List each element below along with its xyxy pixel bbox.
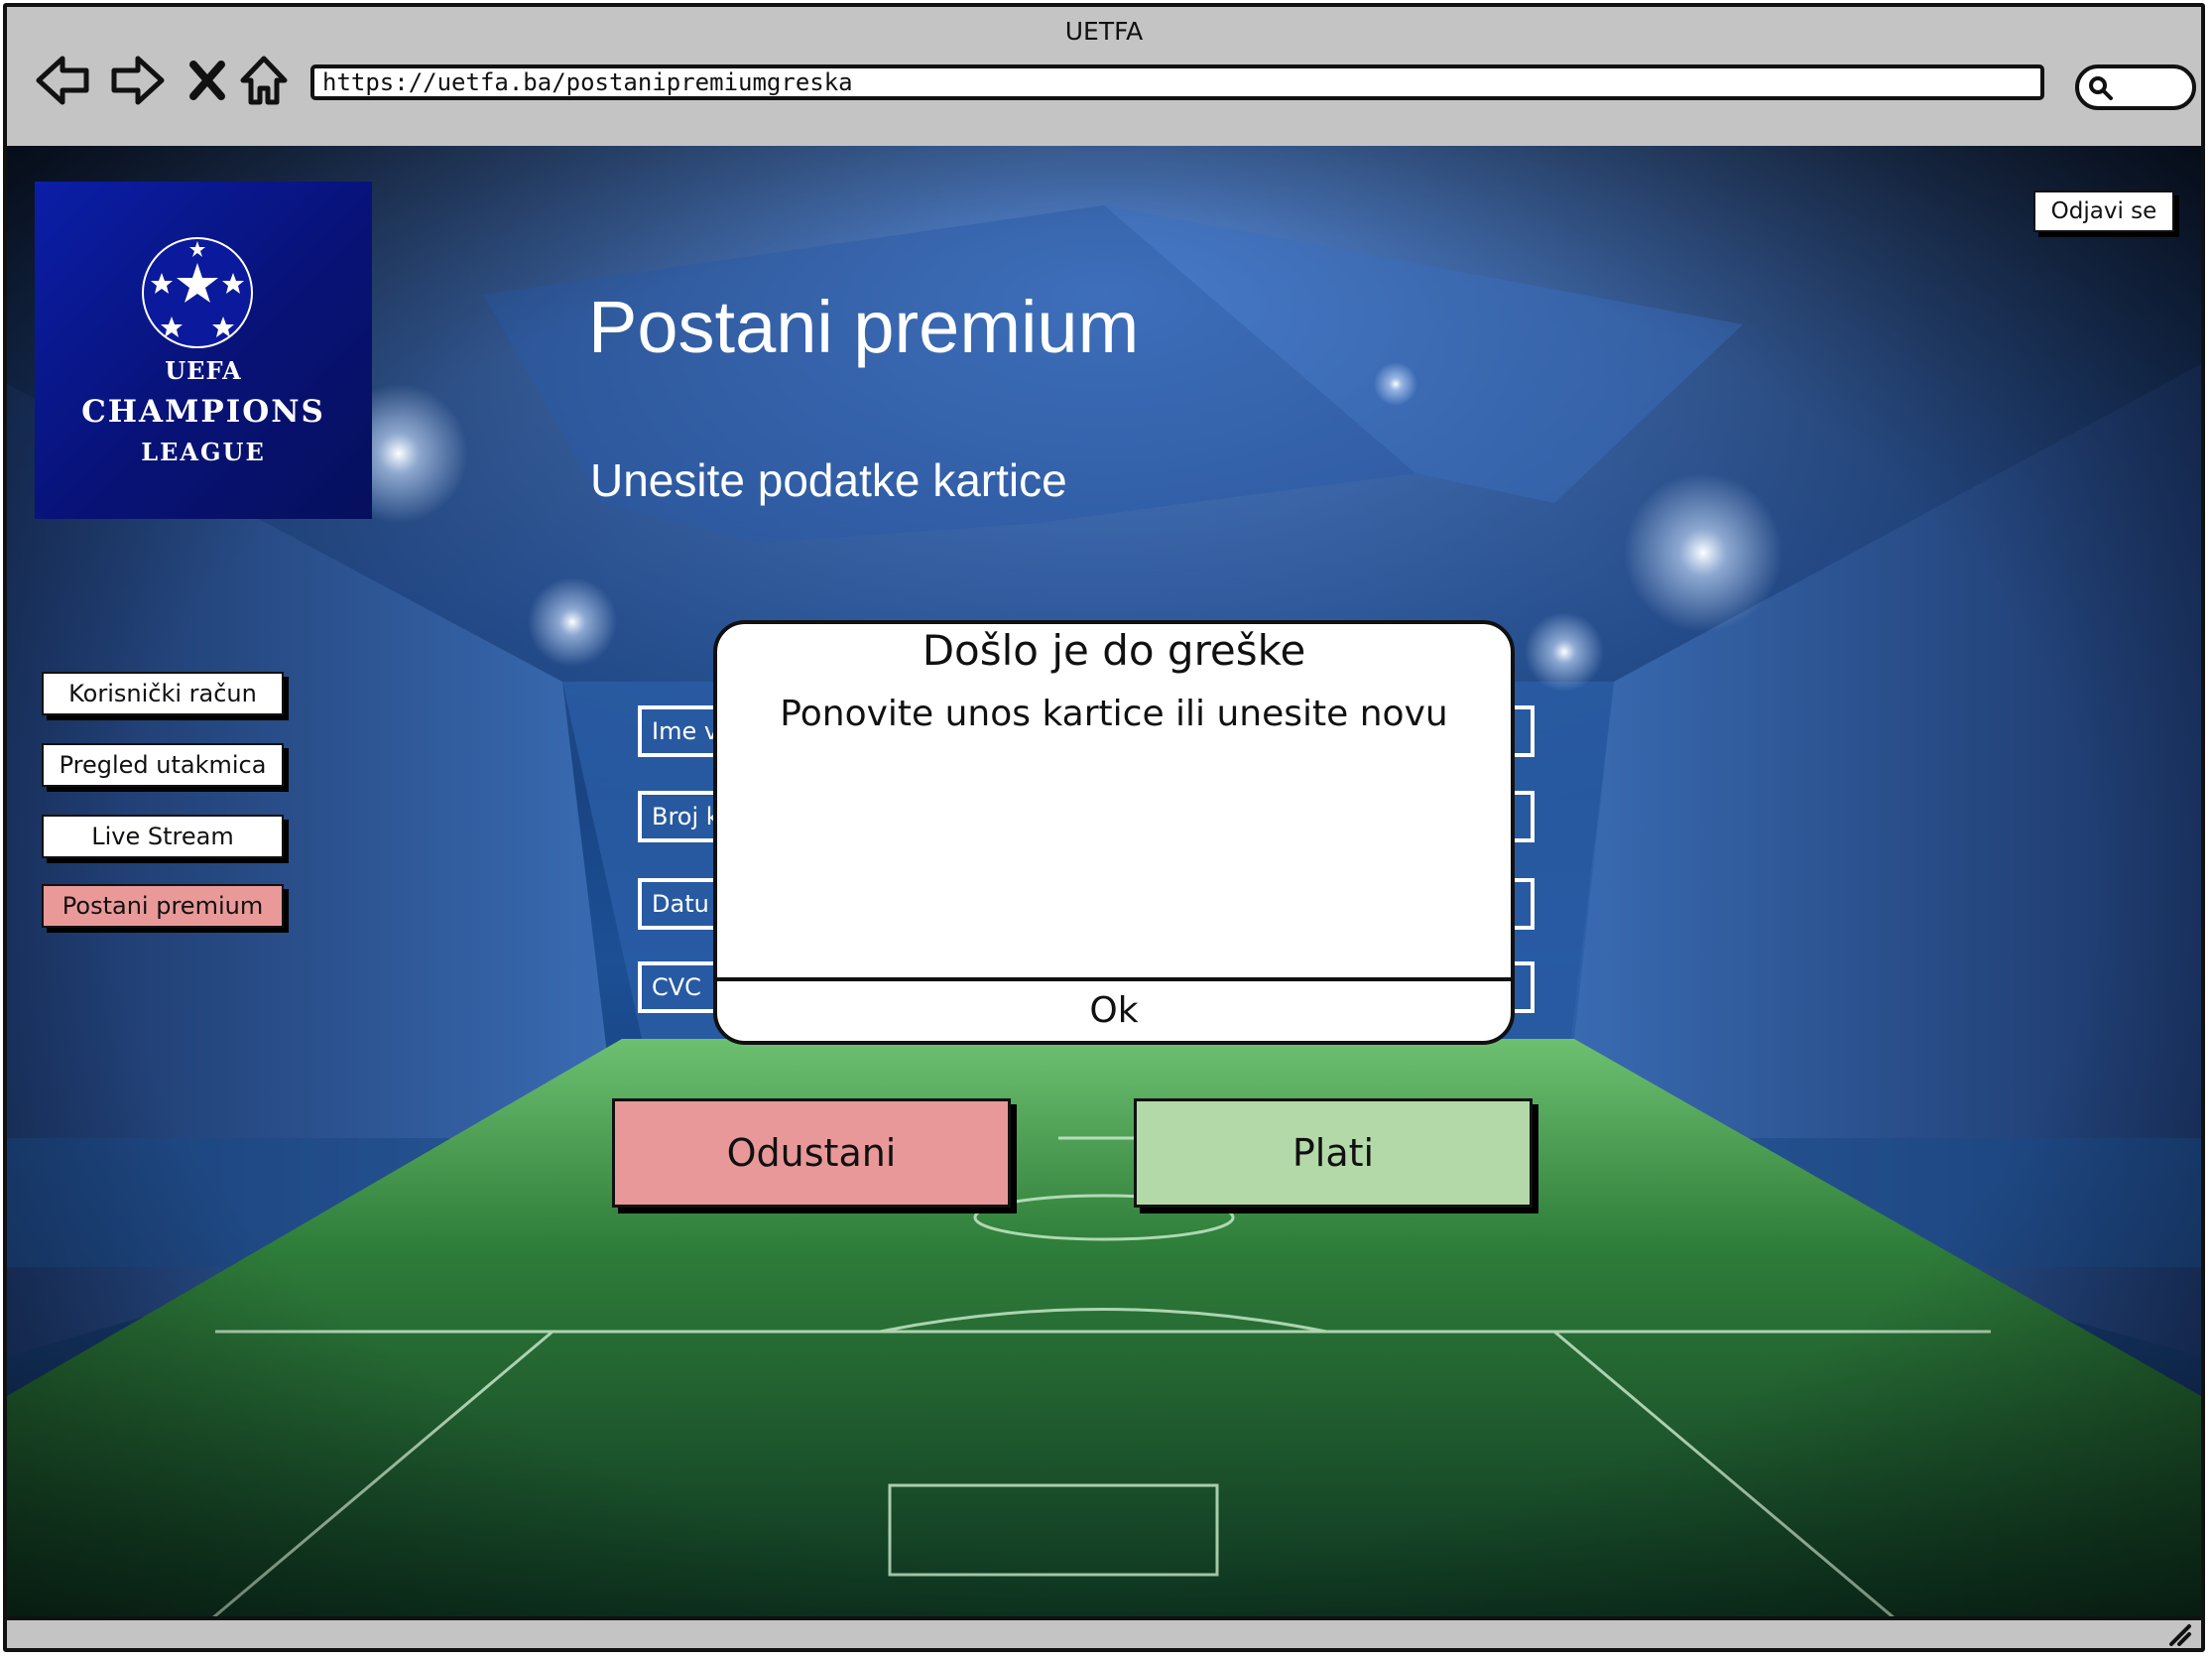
sidebar-item-account[interactable]: Korisnički račun <box>42 672 284 715</box>
logo-uefa-text: UEFA <box>165 356 242 385</box>
dialog-message: Ponovite unos kartice ili unesite novu <box>780 694 1448 734</box>
page-content: UEFA CHAMPIONS LEAGUE Odjavi se Postani … <box>7 146 2201 1620</box>
search-icon <box>2089 76 2113 100</box>
cancel-button[interactable]: Odustani <box>612 1098 1011 1208</box>
sidebar-item-live-stream[interactable]: Live Stream <box>42 815 284 858</box>
logout-button[interactable]: Odjavi se <box>2033 191 2174 232</box>
error-dialog: Došlo je do greške Ponovite unos kartice… <box>713 620 1515 1045</box>
address-bar[interactable]: https://uetfa.ba/postanipremiumgreska <box>310 64 2044 100</box>
forward-arrow-icon[interactable] <box>108 53 166 108</box>
champions-league-logo: UEFA CHAMPIONS LEAGUE <box>35 182 372 519</box>
logo-champions-text: CHAMPIONS <box>81 394 325 430</box>
sidebar-item-matches[interactable]: Pregled utakmica <box>42 743 284 787</box>
pay-button[interactable]: Plati <box>1134 1098 1533 1208</box>
logo-league-text: LEAGUE <box>141 438 266 466</box>
browser-window: UETFA https://uetfa.ba/postanipremiumgre… <box>3 3 2205 1652</box>
starball-icon <box>142 237 253 348</box>
page-title: Postani premium <box>588 286 1140 368</box>
sidebar-item-premium[interactable]: Postani premium <box>42 884 284 928</box>
window-title: UETFA <box>1064 17 1144 46</box>
dialog-title: Došlo je do greške <box>922 626 1306 675</box>
home-icon[interactable] <box>239 53 289 108</box>
close-icon[interactable] <box>185 53 229 108</box>
search-field[interactable] <box>2075 64 2196 110</box>
browser-titlebar: UETFA https://uetfa.ba/postanipremiumgre… <box>7 7 2201 150</box>
page-subtitle: Unesite podatke kartice <box>590 454 1067 506</box>
browser-statusbar <box>7 1616 2201 1648</box>
resize-grip-icon[interactable] <box>2165 1620 2195 1648</box>
dialog-ok-button[interactable]: Ok <box>717 981 1511 1041</box>
back-arrow-icon[interactable] <box>35 53 92 108</box>
